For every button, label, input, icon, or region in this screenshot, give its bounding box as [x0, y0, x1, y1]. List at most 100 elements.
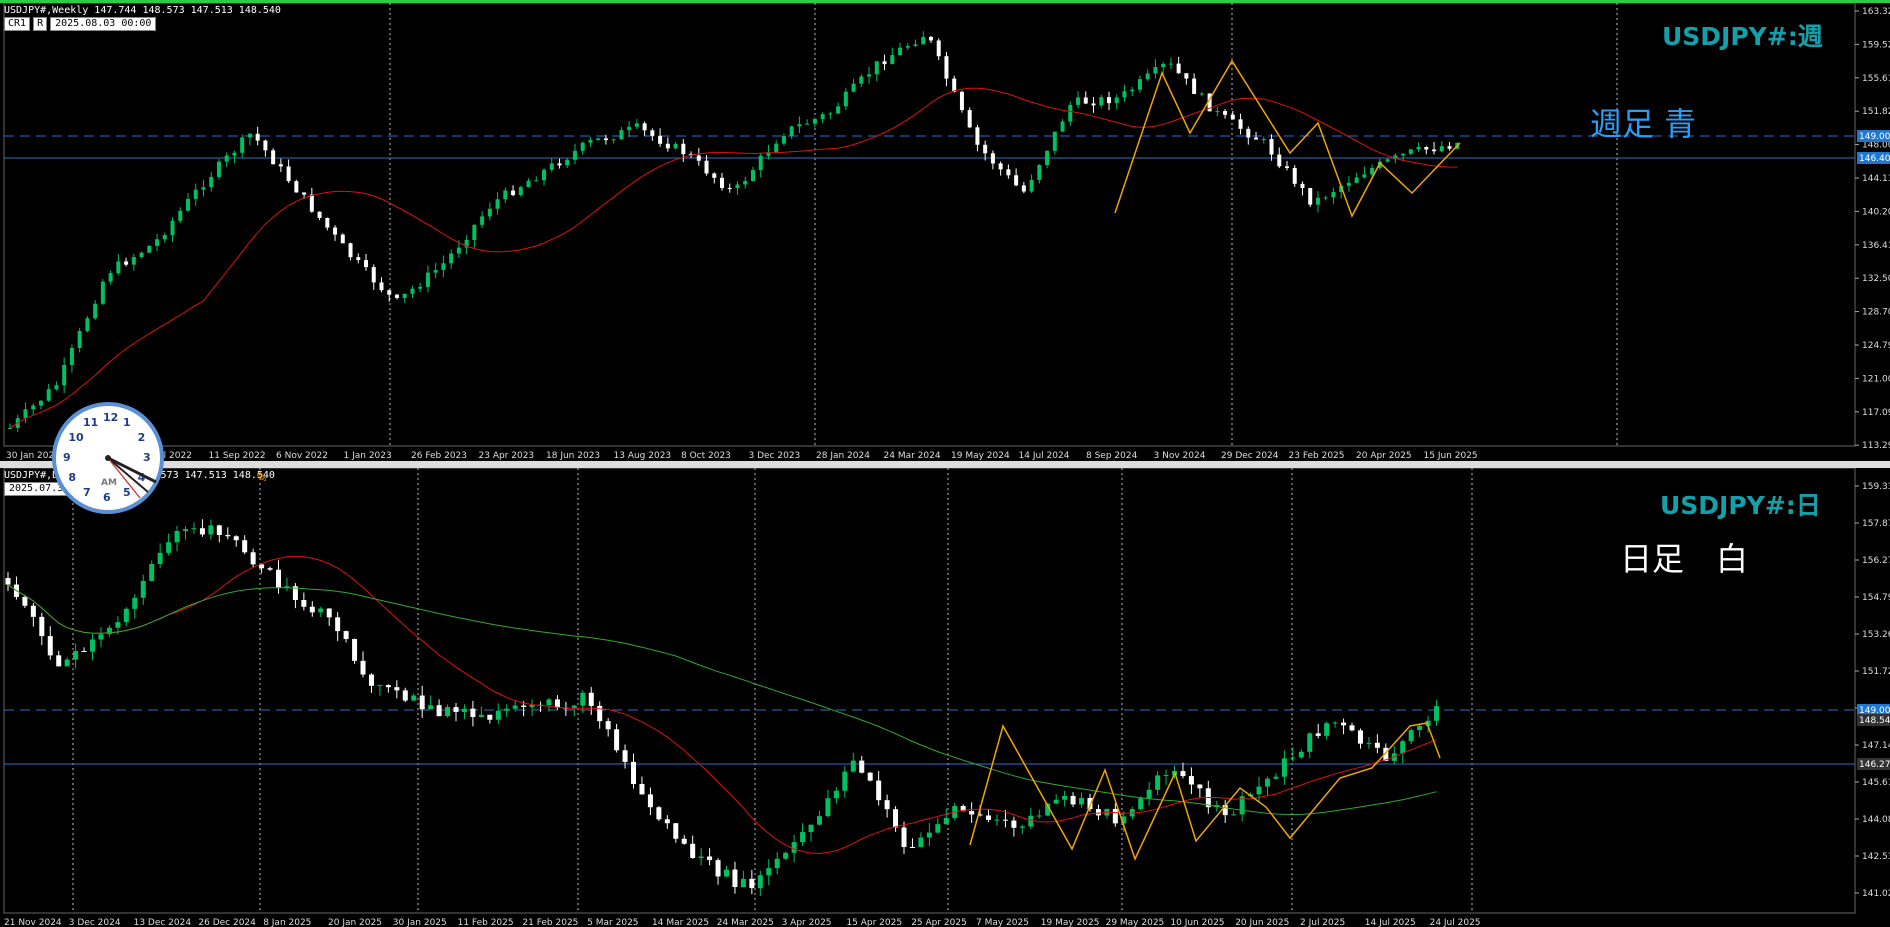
price-highlight-label: 146.406	[1859, 154, 1890, 164]
badge-r[interactable]: R	[33, 17, 48, 31]
candle-body	[149, 563, 155, 581]
price-label: 154.790	[1862, 593, 1890, 603]
candle-body	[495, 199, 500, 209]
candle-body	[808, 824, 814, 833]
candle-body	[1137, 79, 1142, 90]
candle-body	[836, 106, 841, 114]
candle-body	[572, 150, 577, 160]
badge-cr1[interactable]: CR1	[4, 17, 31, 31]
date-label: 3 Nov 2024	[1154, 451, 1206, 461]
candle-body	[309, 606, 315, 613]
date-label: 20 Jan 2025	[328, 918, 382, 927]
candle-body	[317, 211, 322, 218]
date-label: 2 Jul 2025	[1300, 918, 1345, 927]
pencil-tool-icon[interactable]: ✎	[256, 470, 276, 486]
candle-body	[740, 878, 746, 888]
candle-body	[124, 261, 129, 265]
date-label: 1 Jan 2023	[344, 451, 392, 461]
candle-body	[286, 166, 291, 182]
candle-body	[781, 136, 786, 144]
candle-body	[890, 55, 895, 65]
candle-body	[820, 114, 825, 119]
candle-body	[1215, 111, 1220, 113]
date-label: 20 Jun 2025	[1235, 918, 1289, 927]
price-label: 151.720	[1862, 667, 1890, 677]
candle-body	[294, 181, 299, 193]
candle-body	[470, 708, 476, 717]
candle-body	[116, 261, 121, 274]
date-label: 3 Dec 2023	[749, 451, 801, 461]
candle-body	[1019, 826, 1025, 828]
date-label: 8 Oct 2023	[681, 451, 731, 461]
candle-body	[1062, 795, 1068, 800]
candle-body	[368, 674, 374, 686]
candle-body	[301, 600, 307, 607]
candle-body	[580, 692, 586, 706]
candle-body	[696, 155, 701, 161]
candle-body	[22, 596, 28, 606]
weekly-title-line: USDJPY#,Weekly 147.744 148.573 147.513 1…	[4, 5, 281, 16]
candle-body	[673, 823, 679, 839]
candle-body	[783, 852, 789, 859]
weekly-chart-panel[interactable]: 163.320 159.525 155.615 151.820 148.00 144.11…	[0, 0, 1890, 462]
candle-body	[1006, 169, 1011, 176]
candle-body	[1045, 150, 1050, 165]
candle-body	[1432, 149, 1437, 152]
candle-body	[698, 856, 704, 859]
candle-body	[758, 155, 763, 171]
candle-body	[85, 318, 90, 332]
candle-body	[1161, 63, 1166, 68]
candle-body	[503, 190, 508, 200]
candle-body	[263, 140, 268, 151]
candle-body	[1331, 192, 1336, 198]
candle-body	[998, 163, 1003, 170]
candle-body	[1231, 814, 1237, 816]
candle-body	[64, 659, 70, 667]
candle-body	[1400, 741, 1406, 754]
candle-body	[512, 705, 518, 709]
date-label: 23 Apr 2023	[479, 451, 535, 461]
candle-body	[385, 685, 391, 688]
candle-body	[565, 159, 570, 166]
candle-body	[557, 163, 562, 166]
candle-body	[588, 692, 594, 706]
weekly-symbol-title: USDJPY#:週	[1662, 22, 1823, 51]
candle-body	[1029, 179, 1034, 192]
daily-chart-canvas[interactable]: 159.335 157.870 156.275 154.790 153.260 151.7…	[0, 468, 1890, 927]
price-label: 147.140	[1862, 741, 1890, 751]
candle-body	[1146, 789, 1152, 799]
candle-body	[1370, 167, 1375, 175]
date-label: 19 May 2025	[1041, 918, 1100, 927]
candle-body	[1095, 809, 1101, 816]
candle-body	[665, 143, 670, 149]
candle-body	[1315, 197, 1320, 205]
candle-body	[882, 61, 887, 65]
candle-body	[1385, 159, 1390, 162]
candle-body	[732, 869, 738, 888]
panel-separator[interactable]	[0, 461, 1890, 468]
candle-body	[183, 529, 189, 531]
candle-body	[631, 761, 637, 784]
clock-hands-icon	[105, 455, 157, 499]
candle-body	[132, 597, 138, 609]
candle-body	[913, 44, 918, 47]
candle-body	[1199, 93, 1204, 95]
candle-body	[534, 180, 539, 182]
candle-body	[1053, 799, 1059, 804]
date-label: 11 Sep 2022	[209, 451, 266, 461]
candle-body	[1138, 798, 1144, 810]
candle-body	[1324, 723, 1330, 736]
price-label: 141.020	[1862, 889, 1890, 899]
candle-body	[255, 133, 260, 141]
candle-body	[436, 705, 442, 717]
weekly-chart-canvas[interactable]: 163.320 159.525 155.615 151.820 148.00 144.11…	[0, 3, 1890, 462]
candle-body	[712, 173, 717, 178]
candle-body	[356, 257, 361, 261]
candle-body	[480, 216, 485, 225]
candle-body	[1290, 757, 1296, 759]
candle-body	[952, 78, 957, 92]
daily-chart-panel[interactable]: 159.335 157.870 156.275 154.790 153.260 151.7…	[0, 468, 1890, 927]
date-label: 3 Dec 2024	[69, 918, 121, 927]
price-label: 136.410	[1862, 241, 1890, 251]
date-label: 14 Mar 2025	[652, 918, 709, 927]
